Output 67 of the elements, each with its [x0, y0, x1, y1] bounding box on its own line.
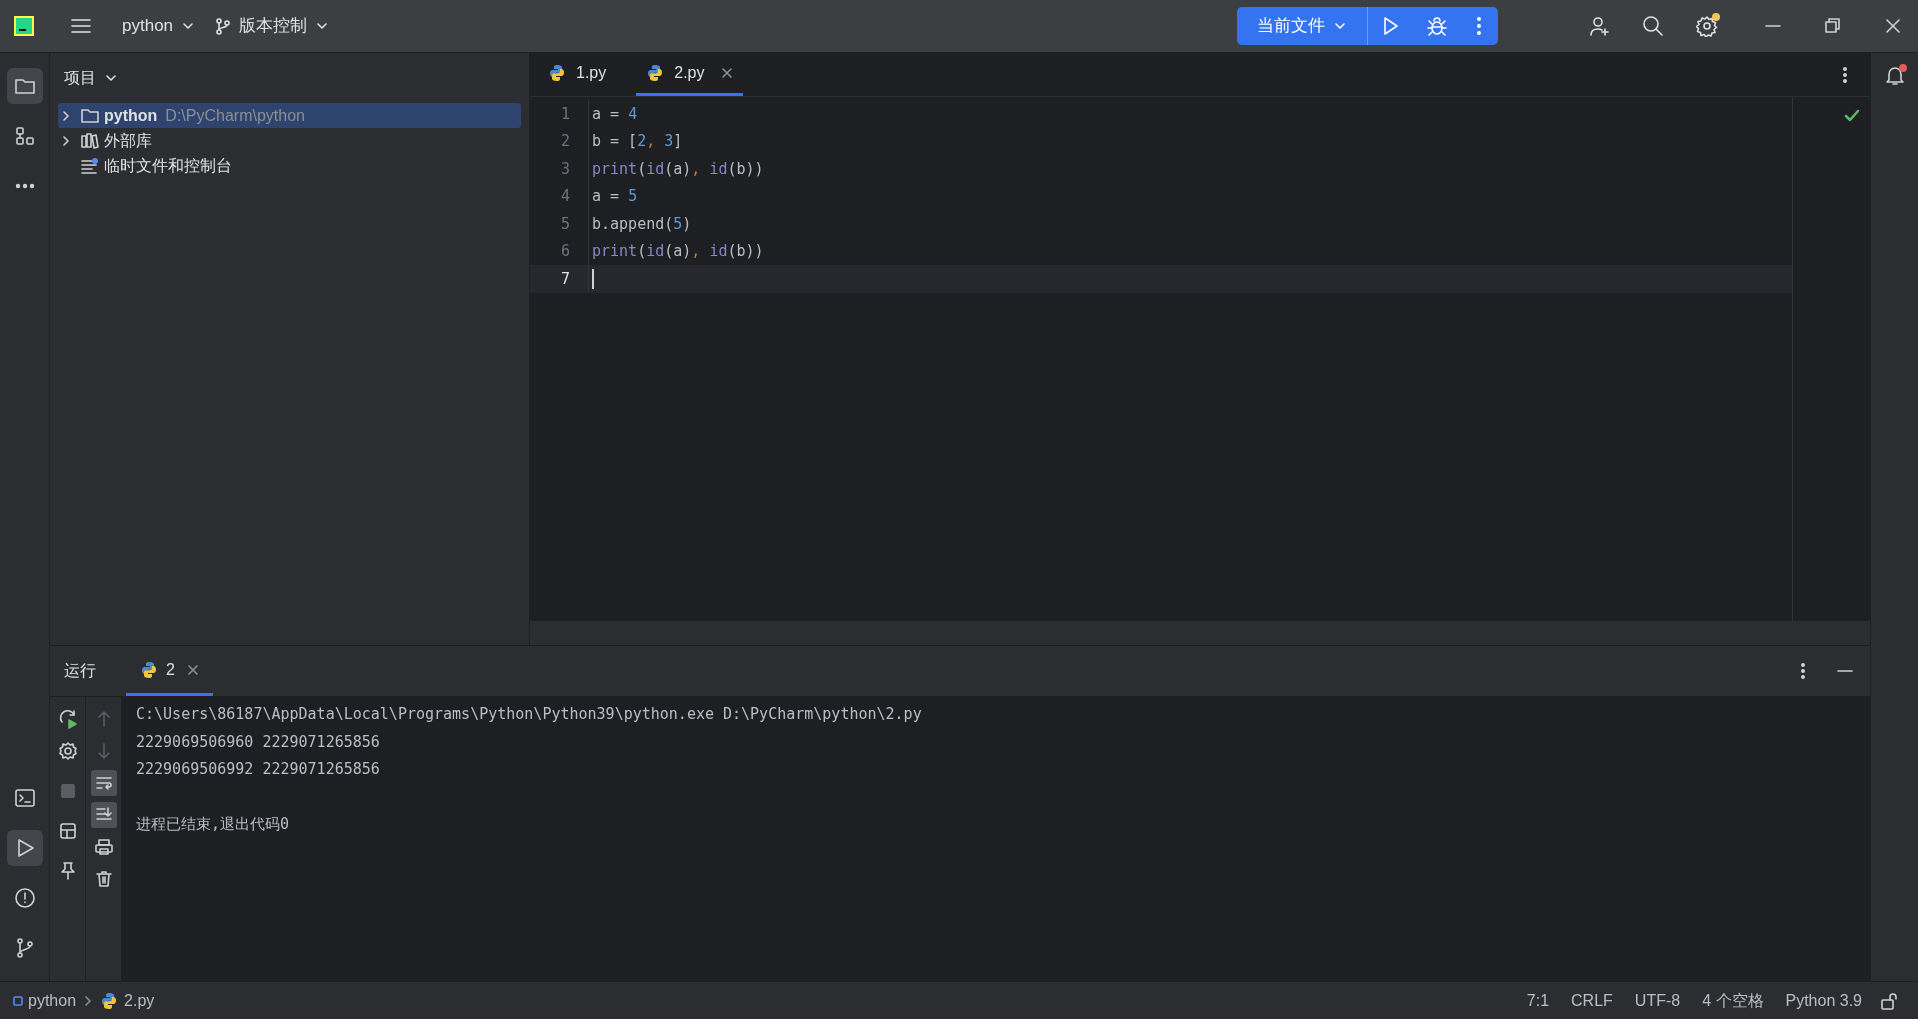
terminal-icon: [13, 787, 36, 809]
more-icon[interactable]: [1842, 64, 1848, 85]
breadcrumb[interactable]: python: [12, 988, 77, 1013]
settings-icon[interactable]: [57, 741, 78, 761]
code-line: 3 print(id(a), id(b)): [530, 155, 1792, 183]
layout-icon[interactable]: [57, 821, 78, 841]
status-item[interactable]: UTF-8: [1634, 988, 1681, 1013]
line-number: 1: [530, 100, 589, 128]
branch-icon: [215, 17, 232, 35]
print-icon[interactable]: [93, 837, 114, 857]
console-line: 进程已结束,退出代码0: [136, 814, 291, 835]
editor-tab[interactable]: 1.py: [538, 53, 617, 96]
breadcrumb[interactable]: 2.py: [100, 988, 155, 1013]
settings-icon[interactable]: [1696, 15, 1718, 37]
notifications-icon[interactable]: [1883, 65, 1906, 87]
status-item[interactable]: Python 3.9: [1785, 988, 1862, 1013]
panel-title: 运行: [64, 661, 96, 681]
tree-item[interactable]: 临时文件和控制台: [58, 153, 521, 178]
line-number: 2: [530, 127, 589, 155]
code-line: 2 b = [2, 3]: [530, 127, 1792, 155]
status-item[interactable]: 7:1: [1526, 988, 1550, 1013]
more-icon: [14, 183, 35, 189]
code-line: 1 a = 4: [530, 100, 1792, 128]
line-number: 7: [530, 265, 589, 293]
text-cursor: [592, 268, 594, 289]
debug-icon[interactable]: [1426, 15, 1448, 37]
folder-tool-button[interactable]: [6, 68, 43, 104]
add-user-icon[interactable]: [1588, 15, 1610, 37]
status-item[interactable]: CRLF: [1571, 988, 1613, 1013]
lock-icon[interactable]: [1880, 991, 1898, 1010]
run-configuration-selector[interactable]: 当前文件: [1237, 7, 1368, 45]
check-icon: [1844, 109, 1860, 123]
console-line: 2229069506992 2229071265856: [136, 759, 381, 780]
app-logo-icon: [14, 16, 34, 36]
code-line: 5 b.append(5): [530, 210, 1792, 238]
update-badge: [1712, 13, 1720, 21]
module-icon: [12, 994, 24, 1007]
tree-item[interactable]: python D:\PyCharm\python: [58, 103, 521, 128]
console-line: 2229069506960 2229071265856: [136, 731, 381, 753]
close-icon[interactable]: [720, 67, 733, 79]
search-icon[interactable]: [1642, 15, 1664, 37]
vcs-menu[interactable]: 版本控制: [207, 9, 338, 43]
chevron-right-icon[interactable]: [60, 109, 72, 122]
more-icon[interactable]: [1800, 661, 1806, 681]
line-number: 5: [530, 210, 589, 238]
line-number: 4: [530, 182, 589, 210]
problems-icon: [13, 887, 36, 909]
library-icon: [80, 130, 100, 151]
status-item[interactable]: 4 个空格: [1702, 988, 1764, 1013]
console-line: C:\Users\86187\AppData\Local\Programs\Python\Python39\python.exe D:\PyCharm\python\2.py: [136, 704, 923, 725]
close-icon[interactable]: [1884, 17, 1902, 35]
chevron-right-icon[interactable]: [60, 134, 72, 147]
close-icon[interactable]: [186, 663, 199, 676]
project-selector[interactable]: python: [114, 9, 204, 43]
structure-icon: [13, 125, 36, 147]
menu-icon[interactable]: [70, 16, 92, 36]
editor-tab[interactable]: 2.py: [636, 53, 743, 96]
rerun-icon[interactable]: [57, 709, 78, 729]
trash-icon[interactable]: [93, 869, 114, 889]
run-tool-button[interactable]: [6, 830, 43, 866]
line-number: 3: [530, 155, 589, 183]
restore-icon[interactable]: [1824, 17, 1842, 35]
scratches-icon: [80, 155, 100, 176]
notification-badge: [1898, 64, 1907, 72]
code-line: 4 a = 5: [530, 182, 1792, 210]
project-view-selector[interactable]: 项目: [64, 66, 118, 90]
tree-item[interactable]: 外部库: [58, 128, 521, 153]
